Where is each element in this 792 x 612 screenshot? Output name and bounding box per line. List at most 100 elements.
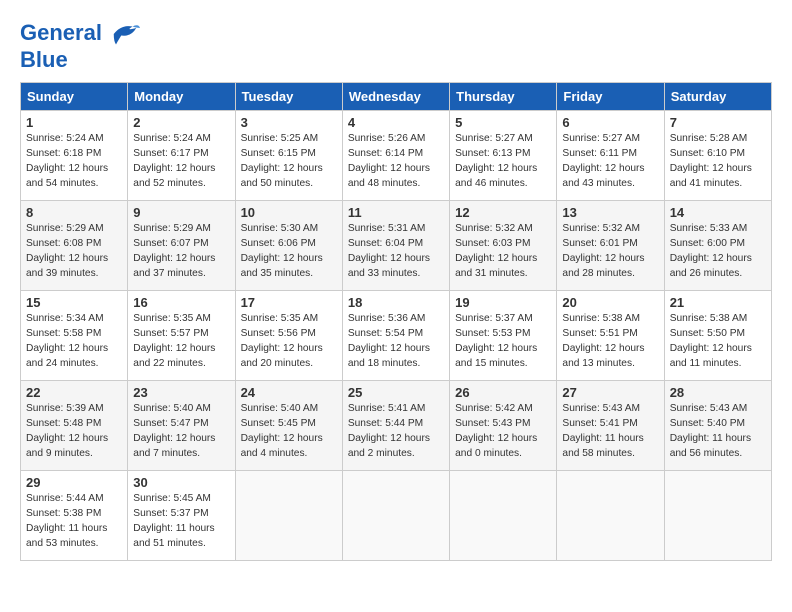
day-info: Sunrise: 5:38 AMSunset: 5:51 PMDaylight:… — [562, 312, 658, 371]
calendar-cell: 29 Sunrise: 5:44 AMSunset: 5:38 PMDaylig… — [21, 471, 128, 561]
day-info: Sunrise: 5:26 AMSunset: 6:14 PMDaylight:… — [348, 132, 444, 191]
header-tuesday: Tuesday — [235, 83, 342, 111]
header-friday: Friday — [557, 83, 664, 111]
calendar-cell: 18 Sunrise: 5:36 AMSunset: 5:54 PMDaylig… — [342, 291, 449, 381]
calendar-cell: 12 Sunrise: 5:32 AMSunset: 6:03 PMDaylig… — [450, 201, 557, 291]
calendar-cell: 6 Sunrise: 5:27 AMSunset: 6:11 PMDayligh… — [557, 111, 664, 201]
calendar-cell — [235, 471, 342, 561]
day-number: 6 — [562, 115, 658, 130]
day-info: Sunrise: 5:32 AMSunset: 6:01 PMDaylight:… — [562, 222, 658, 281]
day-number: 19 — [455, 295, 551, 310]
calendar-cell — [664, 471, 771, 561]
day-number: 9 — [133, 205, 229, 220]
day-number: 11 — [348, 205, 444, 220]
calendar-cell: 30 Sunrise: 5:45 AMSunset: 5:37 PMDaylig… — [128, 471, 235, 561]
day-number: 30 — [133, 475, 229, 490]
calendar-cell: 22 Sunrise: 5:39 AMSunset: 5:48 PMDaylig… — [21, 381, 128, 471]
day-info: Sunrise: 5:30 AMSunset: 6:06 PMDaylight:… — [241, 222, 337, 281]
day-number: 23 — [133, 385, 229, 400]
day-number: 27 — [562, 385, 658, 400]
day-info: Sunrise: 5:27 AMSunset: 6:13 PMDaylight:… — [455, 132, 551, 191]
calendar-cell: 19 Sunrise: 5:37 AMSunset: 5:53 PMDaylig… — [450, 291, 557, 381]
day-number: 24 — [241, 385, 337, 400]
header-sunday: Sunday — [21, 83, 128, 111]
day-info: Sunrise: 5:41 AMSunset: 5:44 PMDaylight:… — [348, 402, 444, 461]
calendar-cell: 27 Sunrise: 5:43 AMSunset: 5:41 PMDaylig… — [557, 381, 664, 471]
calendar-header-row: SundayMondayTuesdayWednesdayThursdayFrid… — [21, 83, 772, 111]
day-info: Sunrise: 5:40 AMSunset: 5:45 PMDaylight:… — [241, 402, 337, 461]
day-number: 1 — [26, 115, 122, 130]
day-info: Sunrise: 5:31 AMSunset: 6:04 PMDaylight:… — [348, 222, 444, 281]
calendar-cell: 20 Sunrise: 5:38 AMSunset: 5:51 PMDaylig… — [557, 291, 664, 381]
day-number: 10 — [241, 205, 337, 220]
day-info: Sunrise: 5:35 AMSunset: 5:56 PMDaylight:… — [241, 312, 337, 371]
day-number: 8 — [26, 205, 122, 220]
calendar-week-row: 15 Sunrise: 5:34 AMSunset: 5:58 PMDaylig… — [21, 291, 772, 381]
calendar-cell: 26 Sunrise: 5:42 AMSunset: 5:43 PMDaylig… — [450, 381, 557, 471]
calendar-cell: 9 Sunrise: 5:29 AMSunset: 6:07 PMDayligh… — [128, 201, 235, 291]
day-info: Sunrise: 5:43 AMSunset: 5:40 PMDaylight:… — [670, 402, 766, 461]
calendar-week-row: 22 Sunrise: 5:39 AMSunset: 5:48 PMDaylig… — [21, 381, 772, 471]
day-info: Sunrise: 5:29 AMSunset: 6:07 PMDaylight:… — [133, 222, 229, 281]
calendar-cell — [557, 471, 664, 561]
day-number: 22 — [26, 385, 122, 400]
day-number: 3 — [241, 115, 337, 130]
day-number: 26 — [455, 385, 551, 400]
calendar-cell: 23 Sunrise: 5:40 AMSunset: 5:47 PMDaylig… — [128, 381, 235, 471]
day-info: Sunrise: 5:33 AMSunset: 6:00 PMDaylight:… — [670, 222, 766, 281]
header-thursday: Thursday — [450, 83, 557, 111]
calendar-week-row: 1 Sunrise: 5:24 AMSunset: 6:18 PMDayligh… — [21, 111, 772, 201]
calendar-cell: 16 Sunrise: 5:35 AMSunset: 5:57 PMDaylig… — [128, 291, 235, 381]
day-info: Sunrise: 5:37 AMSunset: 5:53 PMDaylight:… — [455, 312, 551, 371]
calendar-cell: 21 Sunrise: 5:38 AMSunset: 5:50 PMDaylig… — [664, 291, 771, 381]
day-info: Sunrise: 5:45 AMSunset: 5:37 PMDaylight:… — [133, 492, 229, 551]
day-info: Sunrise: 5:39 AMSunset: 5:48 PMDaylight:… — [26, 402, 122, 461]
calendar-cell — [342, 471, 449, 561]
calendar-cell: 10 Sunrise: 5:30 AMSunset: 6:06 PMDaylig… — [235, 201, 342, 291]
calendar-table: SundayMondayTuesdayWednesdayThursdayFrid… — [20, 82, 772, 561]
calendar-cell: 8 Sunrise: 5:29 AMSunset: 6:08 PMDayligh… — [21, 201, 128, 291]
day-number: 21 — [670, 295, 766, 310]
day-info: Sunrise: 5:24 AMSunset: 6:18 PMDaylight:… — [26, 132, 122, 191]
logo: General Blue — [20, 20, 140, 72]
day-number: 14 — [670, 205, 766, 220]
day-info: Sunrise: 5:32 AMSunset: 6:03 PMDaylight:… — [455, 222, 551, 281]
calendar-cell: 4 Sunrise: 5:26 AMSunset: 6:14 PMDayligh… — [342, 111, 449, 201]
day-number: 18 — [348, 295, 444, 310]
calendar-cell: 17 Sunrise: 5:35 AMSunset: 5:56 PMDaylig… — [235, 291, 342, 381]
calendar-cell: 3 Sunrise: 5:25 AMSunset: 6:15 PMDayligh… — [235, 111, 342, 201]
header-wednesday: Wednesday — [342, 83, 449, 111]
calendar-cell: 28 Sunrise: 5:43 AMSunset: 5:40 PMDaylig… — [664, 381, 771, 471]
day-info: Sunrise: 5:38 AMSunset: 5:50 PMDaylight:… — [670, 312, 766, 371]
day-info: Sunrise: 5:35 AMSunset: 5:57 PMDaylight:… — [133, 312, 229, 371]
page-header: General Blue — [20, 20, 772, 72]
day-number: 25 — [348, 385, 444, 400]
calendar-week-row: 29 Sunrise: 5:44 AMSunset: 5:38 PMDaylig… — [21, 471, 772, 561]
day-number: 2 — [133, 115, 229, 130]
calendar-cell: 11 Sunrise: 5:31 AMSunset: 6:04 PMDaylig… — [342, 201, 449, 291]
day-info: Sunrise: 5:36 AMSunset: 5:54 PMDaylight:… — [348, 312, 444, 371]
calendar-cell: 25 Sunrise: 5:41 AMSunset: 5:44 PMDaylig… — [342, 381, 449, 471]
day-number: 5 — [455, 115, 551, 130]
day-number: 17 — [241, 295, 337, 310]
day-info: Sunrise: 5:42 AMSunset: 5:43 PMDaylight:… — [455, 402, 551, 461]
calendar-cell: 5 Sunrise: 5:27 AMSunset: 6:13 PMDayligh… — [450, 111, 557, 201]
calendar-cell: 2 Sunrise: 5:24 AMSunset: 6:17 PMDayligh… — [128, 111, 235, 201]
day-info: Sunrise: 5:25 AMSunset: 6:15 PMDaylight:… — [241, 132, 337, 191]
calendar-week-row: 8 Sunrise: 5:29 AMSunset: 6:08 PMDayligh… — [21, 201, 772, 291]
day-number: 7 — [670, 115, 766, 130]
day-number: 20 — [562, 295, 658, 310]
day-info: Sunrise: 5:27 AMSunset: 6:11 PMDaylight:… — [562, 132, 658, 191]
day-number: 13 — [562, 205, 658, 220]
day-number: 12 — [455, 205, 551, 220]
calendar-cell: 13 Sunrise: 5:32 AMSunset: 6:01 PMDaylig… — [557, 201, 664, 291]
calendar-cell: 15 Sunrise: 5:34 AMSunset: 5:58 PMDaylig… — [21, 291, 128, 381]
calendar-cell — [450, 471, 557, 561]
day-number: 29 — [26, 475, 122, 490]
day-info: Sunrise: 5:44 AMSunset: 5:38 PMDaylight:… — [26, 492, 122, 551]
day-info: Sunrise: 5:28 AMSunset: 6:10 PMDaylight:… — [670, 132, 766, 191]
day-info: Sunrise: 5:24 AMSunset: 6:17 PMDaylight:… — [133, 132, 229, 191]
day-info: Sunrise: 5:29 AMSunset: 6:08 PMDaylight:… — [26, 222, 122, 281]
calendar-cell: 14 Sunrise: 5:33 AMSunset: 6:00 PMDaylig… — [664, 201, 771, 291]
calendar-cell: 24 Sunrise: 5:40 AMSunset: 5:45 PMDaylig… — [235, 381, 342, 471]
